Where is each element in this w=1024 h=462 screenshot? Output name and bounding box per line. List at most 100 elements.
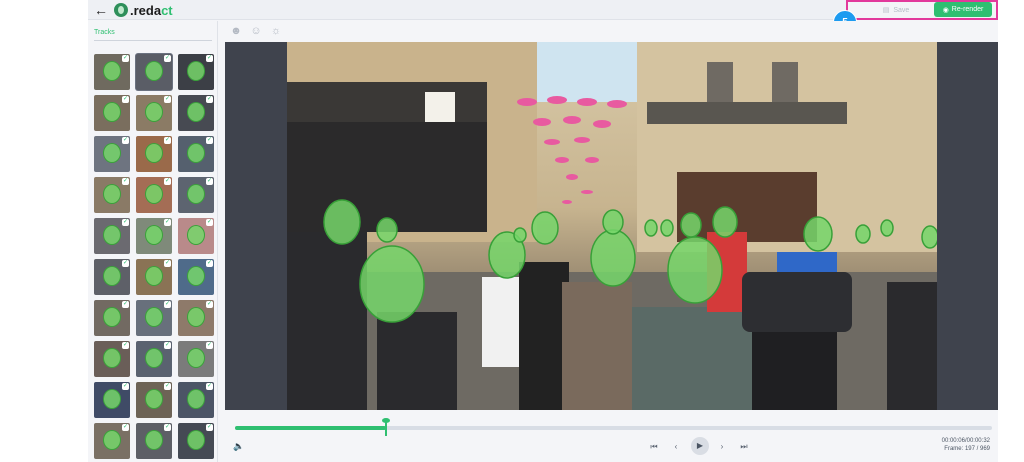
track-thumbnail[interactable]: ✓ [136, 300, 172, 336]
checkmark-icon[interactable]: ✓ [122, 55, 129, 62]
step-forward-icon[interactable]: › [715, 440, 729, 454]
track-thumbnail[interactable]: ✓ [94, 341, 130, 377]
blurred-face-mask [187, 389, 205, 409]
checkmark-icon[interactable]: ✓ [122, 96, 129, 103]
checkmark-icon[interactable]: ✓ [206, 342, 213, 349]
time-readout: 00:00:06/00:00:32 Frame: 197 / 969 [942, 437, 990, 453]
checkmark-icon[interactable]: ✓ [122, 260, 129, 267]
track-thumbnail[interactable]: ✓ [136, 341, 172, 377]
track-thumbnail[interactable]: ✓ [94, 95, 130, 131]
video-canvas[interactable] [225, 42, 998, 410]
checkmark-icon[interactable]: ✓ [122, 178, 129, 185]
timeline-track[interactable] [235, 418, 992, 436]
track-thumbnail[interactable]: ✓ [178, 341, 214, 377]
video-toolbar: ☻ ☺ ☼ [219, 21, 998, 42]
track-thumbnail[interactable]: ✓ [178, 382, 214, 418]
volume-icon[interactable]: 🔈 [233, 441, 244, 452]
track-thumbnail[interactable]: ✓ [136, 259, 172, 295]
checkmark-icon[interactable]: ✓ [206, 260, 213, 267]
mask-icon[interactable]: ☺ [249, 24, 263, 38]
blurred-face-mask [187, 348, 205, 368]
track-thumbnail[interactable]: ✓ [94, 259, 130, 295]
blurred-face-mask [145, 143, 163, 163]
back-button[interactable]: ← [94, 2, 110, 18]
track-thumbnail[interactable]: ✓ [136, 54, 172, 90]
track-thumbnail[interactable]: ✓ [178, 136, 214, 172]
track-thumbnail[interactable]: ✓ [178, 423, 214, 459]
skip-forward-icon[interactable]: ⏭ [737, 440, 751, 454]
checkmark-icon[interactable]: ✓ [122, 219, 129, 226]
checkmark-icon[interactable]: ✓ [122, 383, 129, 390]
checkmark-icon[interactable]: ✓ [206, 219, 213, 226]
playback-controls: 🔈 ⏮ ‹ ▶ › ⏭ 00:00:06/00:00:32 Frame: 197… [225, 437, 998, 457]
rerender-button[interactable]: ◉ Re-render [934, 2, 992, 17]
timeline-progress [235, 426, 387, 430]
checkmark-icon[interactable]: ✓ [206, 383, 213, 390]
blurred-face-mask [145, 102, 163, 122]
blurred-face-mask [103, 184, 121, 204]
blurred-face-mask [103, 102, 121, 122]
track-thumbnail[interactable]: ✓ [136, 218, 172, 254]
checkmark-icon[interactable]: ✓ [164, 383, 171, 390]
logo-text-part2: ct [161, 2, 173, 18]
redact-app: ← .redact ▤ Save ◉ Re-render 5 Tracks ✓✓… [88, 0, 998, 462]
save-button[interactable]: ▤ Save [873, 3, 919, 17]
checkmark-icon[interactable]: ✓ [164, 55, 171, 62]
checkmark-icon[interactable]: ✓ [164, 219, 171, 226]
track-thumbnail[interactable]: ✓ [178, 300, 214, 336]
face-person-icon[interactable]: ☻ [229, 24, 243, 38]
track-thumbnail[interactable]: ✓ [94, 54, 130, 90]
checkmark-icon[interactable]: ✓ [206, 301, 213, 308]
track-thumbnail[interactable]: ✓ [178, 54, 214, 90]
track-thumbnail[interactable]: ✓ [94, 300, 130, 336]
track-thumbnail[interactable]: ✓ [94, 382, 130, 418]
blurred-face-mask [145, 430, 163, 450]
checkmark-icon[interactable]: ✓ [122, 424, 129, 431]
logo-mark-icon [114, 3, 128, 17]
checkmark-icon[interactable]: ✓ [164, 301, 171, 308]
checkmark-icon[interactable]: ✓ [164, 260, 171, 267]
track-thumbnail[interactable]: ✓ [136, 177, 172, 213]
blurred-face-mask [145, 266, 163, 286]
blurred-face-mask [103, 348, 121, 368]
arrow-left-icon: ← [94, 2, 108, 18]
checkmark-icon[interactable]: ✓ [164, 178, 171, 185]
track-thumbnail[interactable]: ✓ [94, 218, 130, 254]
checkmark-icon[interactable]: ✓ [206, 137, 213, 144]
logo: .reda ct [114, 1, 173, 19]
checkmark-icon[interactable]: ✓ [164, 137, 171, 144]
track-thumbnail[interactable]: ✓ [136, 423, 172, 459]
track-thumbnail[interactable]: ✓ [94, 423, 130, 459]
checkmark-icon[interactable]: ✓ [164, 342, 171, 349]
tracks-label: Tracks [94, 29, 115, 36]
checkmark-icon[interactable]: ✓ [206, 424, 213, 431]
blurred-face-mask [145, 389, 163, 409]
checkmark-icon[interactable]: ✓ [122, 342, 129, 349]
track-thumbnail[interactable]: ✓ [94, 136, 130, 172]
track-thumbnail[interactable]: ✓ [178, 259, 214, 295]
checkmark-icon[interactable]: ✓ [206, 55, 213, 62]
checkmark-icon[interactable]: ✓ [164, 96, 171, 103]
blurred-face-mask [103, 225, 121, 245]
tracks-divider [94, 40, 212, 41]
track-thumbnail[interactable]: ✓ [136, 95, 172, 131]
track-thumbnail[interactable]: ✓ [178, 218, 214, 254]
checkmark-icon[interactable]: ✓ [122, 137, 129, 144]
blurred-face-mask [187, 430, 205, 450]
checkmark-icon[interactable]: ✓ [122, 301, 129, 308]
track-thumbnail[interactable]: ✓ [178, 95, 214, 131]
play-button[interactable]: ▶ [691, 437, 709, 455]
eye-slash-icon[interactable]: ☼ [269, 24, 283, 38]
track-thumbnail[interactable]: ✓ [94, 177, 130, 213]
track-thumbnail[interactable]: ✓ [136, 136, 172, 172]
track-thumbnail[interactable]: ✓ [178, 177, 214, 213]
checkmark-icon[interactable]: ✓ [206, 96, 213, 103]
timeline-playhead[interactable] [382, 418, 391, 436]
track-thumbnail[interactable]: ✓ [136, 382, 172, 418]
video-frame [287, 42, 937, 410]
blurred-face-mask [187, 266, 205, 286]
step-back-icon[interactable]: ‹ [669, 440, 683, 454]
skip-back-icon[interactable]: ⏮ [647, 440, 661, 454]
checkmark-icon[interactable]: ✓ [206, 178, 213, 185]
checkmark-icon[interactable]: ✓ [164, 424, 171, 431]
